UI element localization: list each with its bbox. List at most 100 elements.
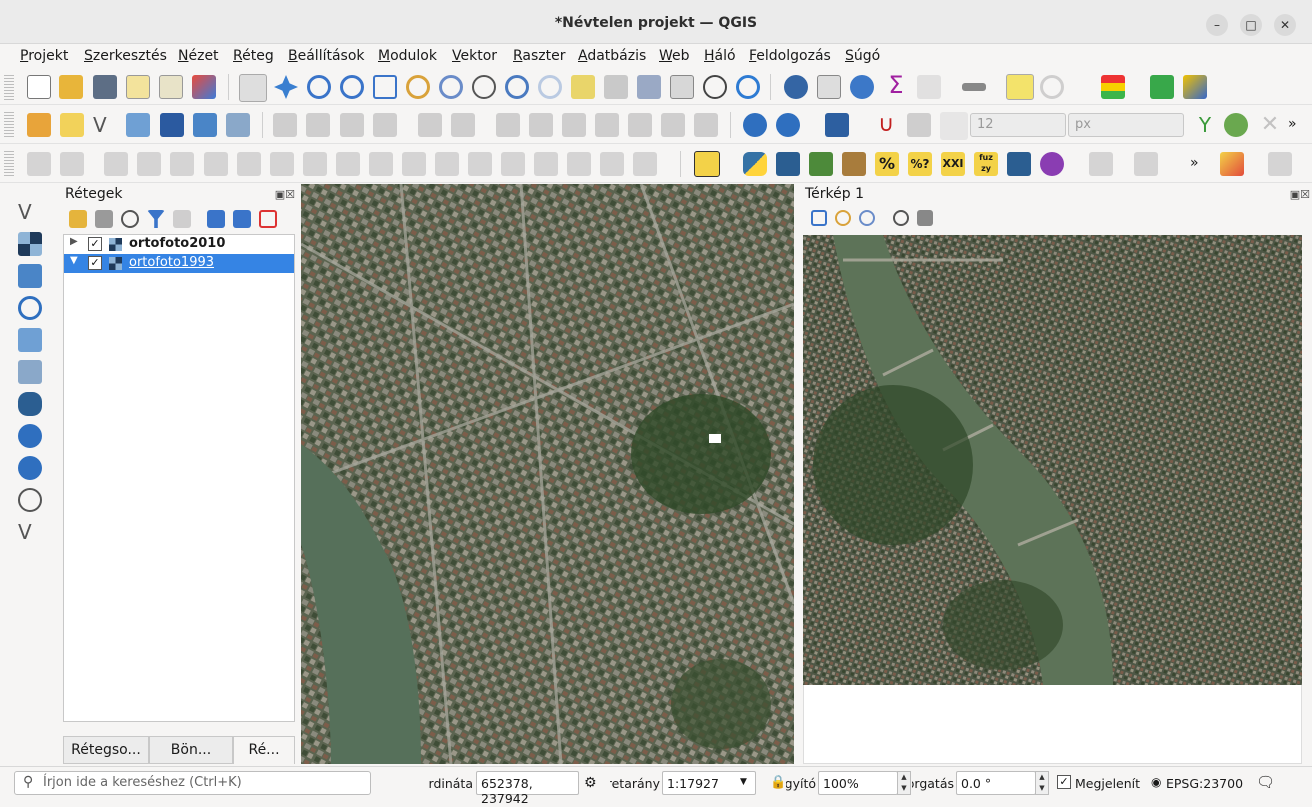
digitize-line-icon[interactable]: [373, 113, 397, 137]
percent-tool-icon[interactable]: %: [875, 152, 899, 176]
redo-icon[interactable]: [694, 113, 718, 137]
toolbar-grip[interactable]: [4, 151, 14, 177]
layer-name[interactable]: ortofoto2010: [129, 236, 225, 251]
zoom-to-layer-icon[interactable]: [439, 75, 463, 99]
rotation-field[interactable]: 0.0 °: [956, 771, 1036, 795]
show-bookmarks-icon[interactable]: [670, 75, 694, 99]
open-project-icon[interactable]: [59, 75, 83, 99]
menu-adatbazis[interactable]: Adatbázis: [578, 48, 646, 64]
raster-calculator-icon[interactable]: [809, 152, 833, 176]
add-wcs-layer-icon[interactable]: [776, 113, 800, 137]
crs-globe-icon[interactable]: ◉: [1151, 775, 1161, 789]
georeferencer-icon[interactable]: [776, 152, 800, 176]
save-edits-icon[interactable]: [340, 113, 364, 137]
messages-icon[interactable]: 🗨: [1256, 773, 1275, 791]
tab-layer-order[interactable]: Rétegso...: [63, 736, 149, 764]
new-3d-map-view-icon[interactable]: [604, 75, 628, 99]
menu-raszter[interactable]: Raszter: [513, 48, 566, 64]
zoom-next-icon[interactable]: [538, 75, 562, 99]
plugin-search-icon[interactable]: [1150, 75, 1174, 99]
zoom-last-icon[interactable]: [505, 75, 529, 99]
zoom-out-icon[interactable]: [340, 75, 364, 99]
new-geopackage-layer-icon[interactable]: [60, 113, 84, 137]
add-vector-tile-icon[interactable]: [18, 488, 42, 512]
measure-icon[interactable]: [962, 83, 986, 91]
edit-pencil-icon[interactable]: [306, 113, 330, 137]
qgis-plugin-icon[interactable]: [694, 151, 720, 177]
expand-arrow-icon[interactable]: ▶: [70, 236, 78, 247]
offset-curve-icon[interactable]: [369, 152, 393, 176]
layer-visibility-checkbox[interactable]: ✓: [88, 256, 102, 270]
add-vector-layer-icon[interactable]: V: [93, 113, 117, 137]
delete-ring-icon[interactable]: [270, 152, 294, 176]
toggle-editing-icon[interactable]: [273, 113, 297, 137]
close-button[interactable]: ✕: [1274, 14, 1296, 36]
zoom-to-layer-icon[interactable]: [859, 210, 875, 226]
add-wms-layer-icon[interactable]: [226, 113, 250, 137]
menu-szerkesztes[interactable]: Szerkesztés: [84, 48, 167, 64]
select-features-icon[interactable]: [1089, 152, 1113, 176]
layout-manager-icon[interactable]: [159, 75, 183, 99]
secondary-map-canvas[interactable]: [803, 235, 1302, 685]
filter-legend-icon[interactable]: [147, 210, 165, 228]
polygon-style-icon[interactable]: [1220, 152, 1244, 176]
menu-modulok[interactable]: Modulok: [378, 48, 437, 64]
magnifier-field[interactable]: 100%: [818, 771, 898, 795]
offset-point-symbols-icon[interactable]: [567, 152, 591, 176]
maximize-button[interactable]: □: [1240, 14, 1262, 36]
render-checkbox[interactable]: ✓: [1057, 775, 1071, 789]
xxi-tool-icon[interactable]: XXI: [941, 152, 965, 176]
add-part-icon[interactable]: [204, 152, 228, 176]
filter-expression-icon[interactable]: [173, 210, 191, 228]
copy-features-icon[interactable]: [595, 113, 619, 137]
rotation-spinner[interactable]: ▲ ▼: [1035, 771, 1049, 795]
merge-attributes-icon[interactable]: [501, 152, 525, 176]
modify-attributes-icon[interactable]: [451, 113, 475, 137]
zoom-full-icon[interactable]: [373, 75, 397, 99]
refresh-icon[interactable]: [736, 75, 760, 99]
identify-features-icon[interactable]: [784, 75, 808, 99]
style-manager-icon[interactable]: [192, 75, 216, 99]
menu-feldolgozas[interactable]: Feldolgozás: [749, 48, 831, 64]
coordinate-toggle-icon[interactable]: ⚙: [584, 775, 604, 793]
settings-gear-icon[interactable]: [1040, 152, 1064, 176]
attribute-table-edit-icon[interactable]: [496, 113, 520, 137]
reshape-feature-icon[interactable]: [336, 152, 360, 176]
paste-features-icon[interactable]: [628, 113, 652, 137]
label-units-select[interactable]: px: [1068, 113, 1184, 137]
minimize-button[interactable]: –: [1206, 14, 1228, 36]
vertex-tool-icon[interactable]: [418, 113, 442, 137]
deselect-features-icon[interactable]: [1134, 152, 1158, 176]
remove-layer-icon[interactable]: [259, 210, 277, 228]
merge-features-icon[interactable]: [468, 152, 492, 176]
data-source-manager-icon[interactable]: [27, 113, 51, 137]
save-project-icon[interactable]: [93, 75, 117, 99]
manage-visibility-icon[interactable]: [121, 210, 139, 228]
network-tool-icon[interactable]: [1007, 152, 1031, 176]
percent-query-icon[interactable]: %?: [908, 152, 932, 176]
trace-digitize-icon[interactable]: Y: [1193, 113, 1217, 137]
help-icon[interactable]: [825, 113, 849, 137]
add-mesh-layer-icon[interactable]: [18, 264, 42, 288]
panel-float-close-icon[interactable]: ▣☒: [1290, 188, 1310, 201]
zoom-to-selection-icon[interactable]: [406, 75, 430, 99]
snapping-magnet-icon[interactable]: ∪: [874, 113, 898, 137]
new-temporary-layer-icon[interactable]: V: [18, 520, 42, 544]
layer-item-selected[interactable]: ▼ ✓ ortofoto1993: [64, 254, 294, 273]
layer-name[interactable]: ortofoto1993: [129, 255, 214, 270]
pan-map-icon[interactable]: [239, 74, 267, 102]
new-spatial-bookmark-icon[interactable]: [637, 75, 661, 99]
ellipse-tool-icon[interactable]: [1224, 113, 1248, 137]
reverse-line-icon[interactable]: [600, 152, 624, 176]
add-raster-layer-icon[interactable]: [18, 232, 42, 256]
move-feature-icon[interactable]: [60, 152, 84, 176]
view-theme-icon[interactable]: [893, 210, 909, 226]
view-settings-icon[interactable]: [917, 210, 933, 226]
zoom-in-icon[interactable]: [307, 75, 331, 99]
tab-browser[interactable]: Bön...: [149, 736, 233, 764]
new-print-layout-icon[interactable]: [126, 75, 150, 99]
add-vector-layer-icon[interactable]: V: [18, 200, 42, 224]
rotate-feature-icon[interactable]: [104, 152, 128, 176]
pan-to-selection-icon[interactable]: [274, 75, 298, 99]
lock-scale-icon[interactable]: 🔒: [770, 775, 786, 790]
